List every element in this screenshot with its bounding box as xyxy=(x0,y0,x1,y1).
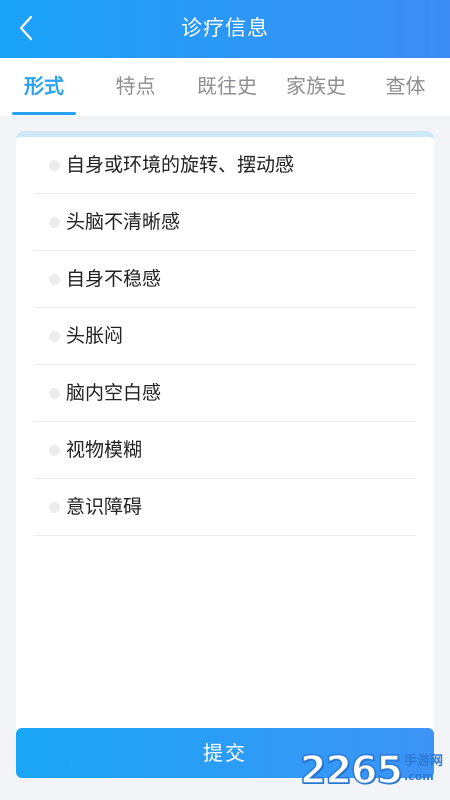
tab-past-history[interactable]: 既往史 xyxy=(183,58,271,116)
radio-icon[interactable] xyxy=(49,217,60,228)
radio-icon[interactable] xyxy=(49,274,60,285)
option-consciousness-disorder[interactable]: 意识障碍 xyxy=(34,479,416,536)
option-unclear-head[interactable]: 头脑不清晰感 xyxy=(34,194,416,251)
tab-form[interactable]: 形式 xyxy=(0,58,88,116)
option-label: 头胀闷 xyxy=(66,325,124,347)
option-unsteadiness[interactable]: 自身不稳感 xyxy=(34,251,416,308)
option-label: 视物模糊 xyxy=(66,439,143,461)
option-label: 自身或环境的旋转、摆动感 xyxy=(66,154,295,176)
option-label: 脑内空白感 xyxy=(66,382,162,404)
option-head-fullness[interactable]: 头胀闷 xyxy=(34,308,416,365)
watermark-number: 2265 xyxy=(299,747,403,793)
options-card: 自身或环境的旋转、摆动感 头脑不清晰感 自身不稳感 头胀闷 脑内空白感 视物模糊… xyxy=(16,131,434,751)
tab-bar: 形式 特点 既往史 家族史 查体 xyxy=(0,58,450,116)
option-rotation-sensation[interactable]: 自身或环境的旋转、摆动感 xyxy=(34,137,416,194)
watermark-side: 手游网 .com xyxy=(404,754,450,784)
radio-icon[interactable] xyxy=(49,331,60,342)
radio-icon[interactable] xyxy=(49,445,60,456)
watermark-logo: 2265 手游网 .com xyxy=(299,747,450,796)
tab-features[interactable]: 特点 xyxy=(88,58,183,116)
option-label: 头脑不清晰感 xyxy=(66,211,181,233)
radio-icon[interactable] xyxy=(49,502,60,513)
app-header: 诊疗信息 xyxy=(0,0,450,58)
radio-icon[interactable] xyxy=(49,160,60,171)
option-blurred-vision[interactable]: 视物模糊 xyxy=(34,422,416,479)
tab-physical-exam[interactable]: 查体 xyxy=(361,58,450,116)
page-title: 诊疗信息 xyxy=(181,16,269,40)
option-blankness[interactable]: 脑内空白感 xyxy=(34,365,416,422)
watermark-cn: 手游网 xyxy=(404,754,444,769)
active-tab-indicator xyxy=(12,112,76,115)
option-label: 意识障碍 xyxy=(66,496,143,518)
option-label: 自身不稳感 xyxy=(66,268,162,290)
radio-icon[interactable] xyxy=(49,388,60,399)
tab-family-history[interactable]: 家族史 xyxy=(271,58,361,116)
watermark-en: .com xyxy=(404,770,434,783)
